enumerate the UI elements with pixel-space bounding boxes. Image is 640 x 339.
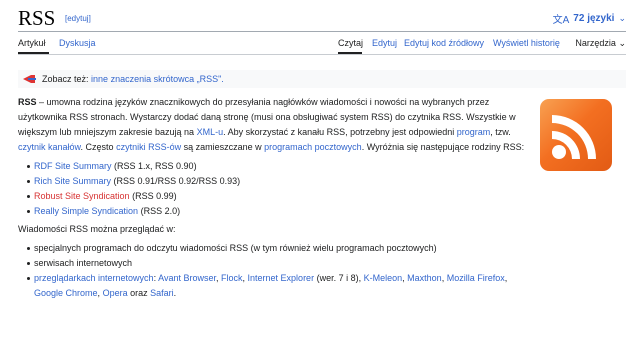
tab-edit-source[interactable]: Edytuj kod źródłowy (404, 38, 484, 48)
family-link[interactable]: RDF Site Summary (34, 161, 112, 171)
intro-text-5: są zamieszczane w (183, 142, 262, 152)
kmeleon-link[interactable]: K-Meleon (364, 273, 403, 283)
intro-text-2: . Aby skorzystać z kanału RSS, potrzebny… (223, 127, 455, 137)
chevron-down-icon: ⌄ (618, 13, 626, 23)
rss-readers-link[interactable]: czytniki RSS-ów (116, 142, 181, 152)
families-list: RDF Site Summary (RSS 1.x, RSS 0.90) Ric… (27, 159, 538, 219)
list-item: Rich Site Summary (RSS 0.91/RSS 0.92/RSS… (27, 174, 538, 189)
opera-link[interactable]: Opera (103, 288, 128, 298)
family-version: (RSS 0.99) (132, 191, 177, 201)
article-content: RSS – umowna rodzina języków znacznikowy… (18, 95, 538, 301)
list-item: specjalnych programach do odczytu wiadom… (27, 241, 538, 256)
tabs-divider (18, 54, 626, 55)
period: . (173, 288, 177, 298)
disambiguation-icon (22, 74, 36, 84)
language-selector[interactable]: 文A 72 języki ⌄ (553, 11, 626, 26)
rss-feed-logo (540, 99, 612, 171)
family-link[interactable]: Rich Site Summary (34, 176, 111, 186)
title-divider (18, 31, 626, 32)
flock-link[interactable]: Flock (221, 273, 243, 283)
program-link[interactable]: program (457, 127, 491, 137)
mail-programs-link[interactable]: programach pocztowych (264, 142, 362, 152)
page-title: RSS (18, 6, 56, 30)
ie-link[interactable]: Internet Explorer (248, 273, 315, 283)
xml-link[interactable]: XML-u (197, 127, 224, 137)
list-item: przeglądarkach internetowych: Avant Brow… (27, 271, 538, 301)
intro-text-6: . Wyróżnia się następujące rodziny RSS: (361, 142, 525, 152)
hatnote-prefix: Zobacz też: (42, 74, 89, 84)
colon: : (153, 273, 157, 283)
firefox-link[interactable]: Mozilla Firefox (447, 273, 505, 283)
term-rss: RSS (18, 97, 37, 107)
safari-link[interactable]: Safari (150, 288, 174, 298)
hatnote: Zobacz też: inne znaczenia skrótowca „RS… (18, 70, 626, 88)
page-tabs: Artykuł Dyskusja Czytaj Edytuj Edytuj ko… (18, 38, 626, 52)
tab-discussion[interactable]: Dyskusja (59, 38, 96, 48)
chevron-down-icon: ⌄ (618, 38, 626, 48)
tab-read[interactable]: Czytaj (338, 38, 363, 48)
tools-label: Narzędzia (575, 38, 616, 48)
list-item: Robust Site Syndication (RSS 0.99) (27, 189, 538, 204)
tab-edit[interactable]: Edytuj (372, 38, 397, 48)
intro-paragraph: RSS – umowna rodzina języków znacznikowy… (18, 95, 538, 155)
family-version: (RSS 1.x, RSS 0.90) (114, 161, 197, 171)
browsers-link[interactable]: przeglądarkach internetowych (34, 273, 154, 283)
reader-link[interactable]: czytnik kanałów (18, 142, 81, 152)
edit-section-link[interactable]: [edytuj] (65, 14, 91, 23)
viewing-list: specjalnych programach do odczytu wiadom… (27, 241, 538, 301)
intro-text-4: . Często (80, 142, 114, 152)
language-count: 72 języki (573, 13, 615, 24)
tab-article[interactable]: Artykuł (18, 38, 46, 48)
maxthon-link[interactable]: Maxthon (407, 273, 442, 283)
and-word: oraz (130, 288, 148, 298)
viewing-intro: Wiadomości RSS można przeglądać w: (18, 224, 176, 234)
family-version: (RSS 0.91/RSS 0.92/RSS 0.93) (113, 176, 241, 186)
family-link[interactable]: Really Simple Syndication (34, 206, 138, 216)
page-header: RSS [edytuj] 文A 72 języki ⌄ (18, 6, 626, 30)
intro-text-3: , tzw. (490, 127, 511, 137)
list-item: RDF Site Summary (RSS 1.x, RSS 0.90) (27, 159, 538, 174)
list-item: Really Simple Syndication (RSS 2.0) (27, 204, 538, 219)
translate-icon: 文A (552, 15, 570, 26)
tools-menu[interactable]: Narzędzia ⌄ (575, 38, 626, 49)
chrome-link[interactable]: Google Chrome (34, 288, 98, 298)
family-version: (RSS 2.0) (140, 206, 181, 216)
avant-link[interactable]: Avant Browser (158, 273, 216, 283)
ie-note: (wer. 7 i 8), (316, 273, 362, 283)
family-redlink[interactable]: Robust Site Syndication (34, 191, 130, 201)
tab-history[interactable]: Wyświetl historię (493, 38, 560, 48)
hatnote-link[interactable]: inne znaczenia skrótowca „RSS". (91, 74, 224, 84)
list-item: serwisach internetowych (27, 256, 538, 271)
